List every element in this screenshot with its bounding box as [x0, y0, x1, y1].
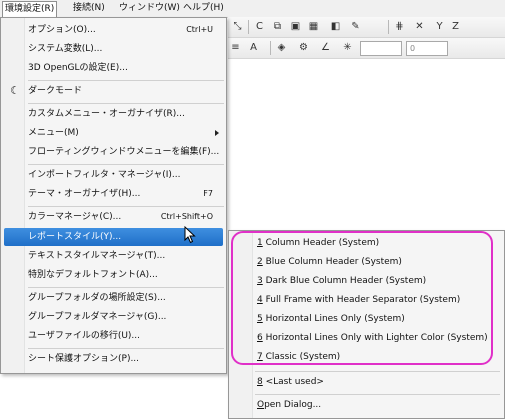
- filter-icon[interactable]: Y: [432, 19, 447, 34]
- toolbar-row-1: ⤡ C ⧉ ▣ ▦ ◧ ✎ ⋕ ✕ Y Z: [228, 17, 505, 38]
- mouse-pointer-icon: [184, 226, 196, 244]
- menu-item-color-manager[interactable]: カラーマネージャ(C)... Ctrl+Shift+O: [4, 208, 223, 226]
- line-style-icon[interactable]: ≡: [228, 40, 243, 55]
- menu-item-menu[interactable]: メニュー(M): [4, 124, 223, 142]
- line-width-combo[interactable]: [360, 41, 402, 56]
- submenu-arrow-icon: [215, 130, 219, 136]
- menu-item-user-files-migration[interactable]: ユーザファイルの移行(U)...: [4, 327, 223, 345]
- font-color-icon[interactable]: A: [246, 40, 261, 55]
- menu-window[interactable]: ウィンドウ(W): [117, 2, 182, 15]
- preferences-dropdown: オプション(O)... Ctrl+U システム変数(L)... 3D OpenG…: [0, 17, 227, 374]
- z-icon[interactable]: Z: [448, 19, 463, 34]
- menu-connection[interactable]: 接続(N): [71, 2, 107, 15]
- scale-icon[interactable]: ⤡: [230, 19, 245, 34]
- spark-icon[interactable]: ✳: [340, 40, 355, 55]
- copy-icon[interactable]: ⧉: [270, 19, 285, 34]
- menu-help[interactable]: ヘルプ(H): [181, 2, 226, 15]
- menu-item-text-style-manager[interactable]: テキストスタイルマネージャ(T)...: [4, 247, 223, 265]
- submenu-item-open-dialog[interactable]: Open Dialog...: [232, 396, 500, 415]
- submenu-item-last-used[interactable]: 8 <Last used>: [232, 373, 500, 392]
- menu-bar: 環境設定(R) 接続(N) ウィンドウ(W) ヘルプ(H): [0, 0, 505, 18]
- menu-item-dark-mode[interactable]: ☾ ダークモード: [4, 82, 223, 100]
- submenu-item-classic[interactable]: 7 Classic (System): [232, 348, 500, 367]
- submenu-item-dark-blue-column-header[interactable]: 3 Dark Blue Column Header (System): [232, 272, 500, 291]
- menu-item-system-variables[interactable]: システム変数(L)...: [4, 40, 223, 58]
- cross-icon[interactable]: ✕: [412, 19, 427, 34]
- menu-item-group-folder-manager[interactable]: グループフォルダマネージャ(G)...: [4, 308, 223, 326]
- value-combo-text: 0: [410, 44, 416, 53]
- fill-icon[interactable]: ▦: [306, 19, 321, 34]
- menu-item-edit-floating-menu[interactable]: フローティングウィンドウメニューを編集(F)...: [4, 143, 223, 161]
- menu-item-options[interactable]: オプション(O)... Ctrl+U: [4, 21, 223, 39]
- report-style-submenu: 1 Column Header (System) 2 Blue Column H…: [228, 230, 505, 419]
- submenu-item-full-frame[interactable]: 4 Full Frame with Header Separator (Syst…: [232, 291, 500, 310]
- arrange-icon[interactable]: ◧: [328, 19, 343, 34]
- menu-preferences[interactable]: 環境設定(R): [2, 1, 58, 17]
- curve-icon[interactable]: C: [252, 19, 267, 34]
- toolbar-row-2: ≡ A ◈ ⚙ ∠ ✳ 0: [228, 38, 505, 59]
- fill-color-icon[interactable]: ◈: [274, 40, 289, 55]
- value-combo[interactable]: 0: [406, 41, 448, 56]
- menu-item-theme-organizer[interactable]: テーマ・オーガナイザ(H)... F7: [4, 185, 223, 203]
- menu-item-opengl-settings[interactable]: 3D OpenGLの設定(E)...: [4, 59, 223, 77]
- pen-icon[interactable]: ✎: [348, 19, 363, 34]
- grid-icon[interactable]: ⋕: [392, 19, 407, 34]
- submenu-item-horizontal-lines-only[interactable]: 5 Horizontal Lines Only (System): [232, 310, 500, 329]
- pattern-icon[interactable]: ⚙: [296, 40, 311, 55]
- menu-item-sheet-protection-options[interactable]: シート保護オプション(P)...: [4, 350, 223, 368]
- line-color-icon[interactable]: ∠: [318, 40, 333, 55]
- menu-item-import-filter-manager[interactable]: インポートフィルタ・マネージャ(I)...: [4, 166, 223, 184]
- menu-item-group-folder-location[interactable]: グループフォルダの場所設定(S)...: [4, 289, 223, 307]
- submenu-item-column-header[interactable]: 1 Column Header (System): [232, 234, 500, 253]
- menu-item-special-default-font[interactable]: 特別なデフォルトフォント(A)...: [4, 266, 223, 284]
- frame-icon[interactable]: ▣: [288, 19, 303, 34]
- menu-item-custom-menu-organizer[interactable]: カスタムメニュー・オーガナイザ(R)...: [4, 105, 223, 123]
- submenu-item-horizontal-lines-lighter[interactable]: 6 Horizontal Lines Only with Lighter Col…: [232, 329, 500, 348]
- moon-icon: ☾: [10, 84, 20, 97]
- submenu-item-blue-column-header[interactable]: 2 Blue Column Header (System): [232, 253, 500, 272]
